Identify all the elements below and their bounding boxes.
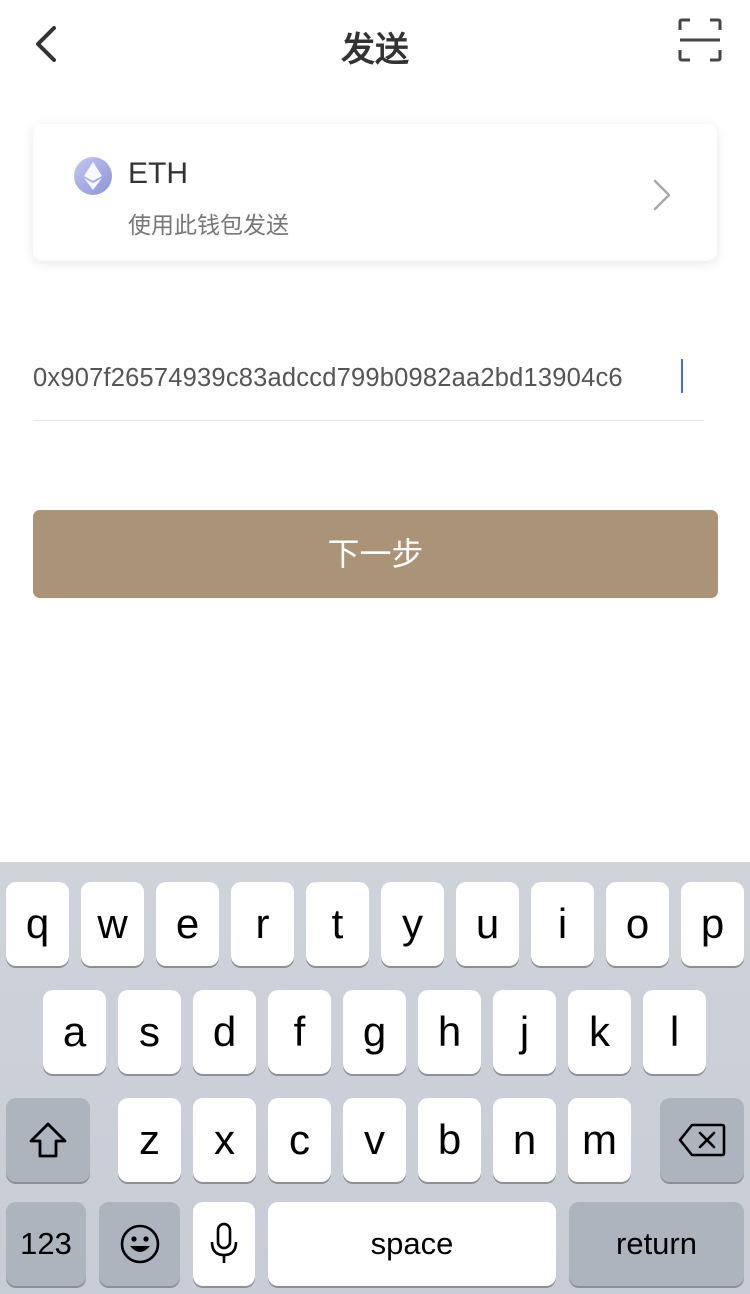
return-key[interactable]: return [569, 1202, 744, 1286]
key-q[interactable]: q [6, 882, 69, 966]
key-v[interactable]: v [343, 1098, 406, 1182]
key-n[interactable]: n [493, 1098, 556, 1182]
shift-key[interactable] [6, 1098, 90, 1182]
key-j[interactable]: j [493, 990, 556, 1074]
eth-icon [74, 157, 112, 195]
key-l[interactable]: l [643, 990, 706, 1074]
page-title: 发送 [341, 30, 409, 70]
navigation-bar: 发送 [0, 0, 750, 90]
emoji-icon [120, 1224, 159, 1264]
wallet-selector[interactable]: ETH 使用此钱包发送 [33, 124, 717, 261]
key-k[interactable]: k [568, 990, 631, 1074]
key-b[interactable]: b [418, 1098, 481, 1182]
scan-button[interactable] [678, 18, 722, 62]
keyboard: q w e r t y u i o p a s d f g h j k l z … [0, 862, 750, 1294]
space-key[interactable]: space [268, 1202, 556, 1286]
key-p[interactable]: p [681, 882, 744, 966]
key-a[interactable]: a [43, 990, 106, 1074]
wallet-name: ETH [128, 157, 188, 190]
key-r[interactable]: r [231, 882, 294, 966]
key-u[interactable]: u [456, 882, 519, 966]
address-field [33, 350, 704, 421]
backspace-icon [678, 1123, 726, 1157]
key-m[interactable]: m [568, 1098, 631, 1182]
key-f[interactable]: f [268, 990, 331, 1074]
key-w[interactable]: w [81, 882, 144, 966]
numbers-key[interactable]: 123 [6, 1202, 86, 1286]
key-h[interactable]: h [418, 990, 481, 1074]
address-input[interactable] [33, 350, 704, 406]
key-g[interactable]: g [343, 990, 406, 1074]
key-s[interactable]: s [118, 990, 181, 1074]
next-button[interactable]: 下一步 [33, 510, 718, 598]
chevron-right-icon [653, 179, 671, 211]
wallet-subtitle: 使用此钱包发送 [128, 213, 289, 239]
key-o[interactable]: o [606, 882, 669, 966]
delete-key[interactable] [660, 1098, 744, 1182]
scan-icon [678, 18, 722, 62]
key-d[interactable]: d [193, 990, 256, 1074]
key-i[interactable]: i [531, 882, 594, 966]
key-t[interactable]: t [306, 882, 369, 966]
key-e[interactable]: e [156, 882, 219, 966]
key-c[interactable]: c [268, 1098, 331, 1182]
dictation-key[interactable] [193, 1202, 255, 1286]
text-cursor [681, 359, 683, 393]
key-y[interactable]: y [381, 882, 444, 966]
emoji-key[interactable] [99, 1202, 180, 1286]
key-x[interactable]: x [193, 1098, 256, 1182]
microphone-icon [210, 1222, 238, 1263]
key-z[interactable]: z [118, 1098, 181, 1182]
shift-icon [29, 1122, 67, 1158]
